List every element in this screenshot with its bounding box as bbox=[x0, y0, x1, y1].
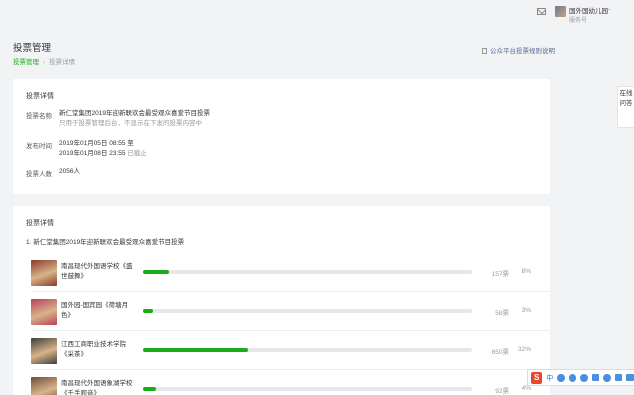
progress-track bbox=[143, 309, 472, 313]
rules-link-label[interactable]: 公众平台投票规则说明 bbox=[490, 48, 555, 55]
progress-fill bbox=[143, 387, 157, 391]
rules-link[interactable]: 公众平台投票规则说明 bbox=[482, 45, 555, 55]
breadcrumb: 投票管理 › 投票详情 bbox=[13, 56, 75, 66]
list-item: 江西工商职业技术学院《采茶》 650票 32% bbox=[31, 332, 549, 370]
vote-count: 58票 bbox=[495, 310, 509, 317]
avatar[interactable] bbox=[555, 6, 566, 17]
option-name: 南昌现代外国语学校《盛世鼓舞》 bbox=[61, 263, 133, 280]
progress-track bbox=[143, 348, 472, 352]
card-title: 投票详情 bbox=[26, 93, 54, 100]
option-name: 江西工商职业技术学院《采茶》 bbox=[61, 341, 126, 358]
ime-mode[interactable]: 中 bbox=[546, 373, 553, 383]
vote-name-value: 新仁堂集团2019年迎新联欢会最受观众喜爱节目投票 只用于投票管理后台，不显示在… bbox=[59, 109, 210, 129]
breadcrumb-separator: › bbox=[43, 59, 46, 66]
progress-fill bbox=[143, 270, 170, 274]
shirt-icon[interactable] bbox=[614, 374, 623, 381]
breadcrumb-current: 投票详情 bbox=[49, 59, 76, 66]
page-title: 投票管理 bbox=[13, 43, 52, 54]
vote-percent: 8% bbox=[521, 268, 531, 275]
vote-name-label: 投票名称 bbox=[26, 113, 52, 120]
mail-icon[interactable] bbox=[537, 8, 546, 15]
option-thumbnail[interactable] bbox=[31, 260, 57, 286]
vote-count: 650票 bbox=[491, 349, 509, 356]
card-title: 投票详情 bbox=[26, 220, 54, 227]
top-bar: 国外国幼儿园 ⌄ 服务号 bbox=[0, 0, 634, 28]
vote-count: 92票 bbox=[495, 388, 509, 395]
list-item: 南昌现代外国语象湖学校《千手观音》 92票 4% bbox=[31, 371, 549, 395]
vote-results-card: 投票详情 1. 新仁堂集团2019年迎新联欢会最受观众喜爱节目投票 南昌现代外国… bbox=[13, 206, 550, 395]
publish-time-end-row: 2019年01月08日 23:55 已截止 bbox=[59, 149, 147, 159]
grid-icon[interactable] bbox=[626, 374, 634, 381]
list-item: 南昌现代外国语学校《盛世鼓舞》 157票 8% bbox=[31, 254, 549, 292]
vote-percent: 4% bbox=[521, 385, 531, 392]
vote-name-note: 只用于投票管理后台，不显示在下发的投票内容中 bbox=[59, 120, 202, 127]
publish-time-end: 2019年01月08日 23:55 bbox=[59, 150, 126, 157]
question-title: 1. 新仁堂集团2019年迎新联欢会最受观众喜爱节目投票 bbox=[26, 239, 185, 246]
progress-fill bbox=[143, 309, 153, 313]
option-thumbnail[interactable] bbox=[31, 299, 57, 325]
publish-time-label: 发布时间 bbox=[26, 143, 52, 150]
status-badge: 已截止 bbox=[127, 150, 147, 157]
option-thumbnail[interactable] bbox=[31, 377, 57, 395]
voter-count-label: 投票人数 bbox=[26, 171, 52, 178]
account-name[interactable]: 国外国幼儿园 bbox=[569, 5, 608, 15]
progress-fill bbox=[143, 348, 249, 352]
punctuation-icon[interactable] bbox=[557, 373, 565, 382]
sogou-logo-icon[interactable]: S bbox=[531, 371, 543, 384]
account-type: 服务号 bbox=[569, 18, 588, 24]
vote-detail-card: 投票详情 投票名称 新仁堂集团2019年迎新联欢会最受观众喜爱节目投票 只用于投… bbox=[13, 79, 550, 194]
vote-percent: 3% bbox=[521, 307, 531, 314]
keyboard-icon[interactable] bbox=[591, 374, 600, 381]
progress-track bbox=[143, 270, 472, 274]
progress-track bbox=[143, 387, 472, 391]
breadcrumb-root-link[interactable]: 投票管理 bbox=[13, 59, 39, 66]
microphone-icon[interactable] bbox=[580, 373, 588, 382]
publish-time-start: 2019年01月05日 08:55 至 bbox=[59, 140, 134, 147]
option-thumbnail[interactable] bbox=[31, 338, 57, 364]
publish-time-value: 2019年01月05日 08:55 至 2019年01月08日 23:55 已截… bbox=[59, 139, 147, 159]
ime-toolbar: S 中 bbox=[527, 369, 634, 386]
vote-count: 157票 bbox=[491, 271, 509, 278]
chevron-down-icon[interactable]: ⌄ bbox=[607, 6, 611, 12]
vote-name-text: 新仁堂集团2019年迎新联欢会最受观众喜爱节目投票 bbox=[59, 110, 210, 117]
option-name: 南昌现代外国语象湖学校《千手观音》 bbox=[61, 380, 133, 395]
online-qa-tab[interactable]: 在线问答 bbox=[617, 86, 634, 128]
voter-count-value: 2056人 bbox=[59, 168, 80, 175]
list-item: 国外园-国宾园《荷塘月色》 58票 3% bbox=[31, 293, 549, 331]
vote-percent: 32% bbox=[517, 346, 531, 353]
document-icon bbox=[482, 48, 487, 54]
option-name: 国外园-国宾园《荷塘月色》 bbox=[61, 302, 129, 319]
emoji-icon[interactable] bbox=[568, 373, 577, 382]
skin-icon[interactable] bbox=[603, 373, 611, 382]
